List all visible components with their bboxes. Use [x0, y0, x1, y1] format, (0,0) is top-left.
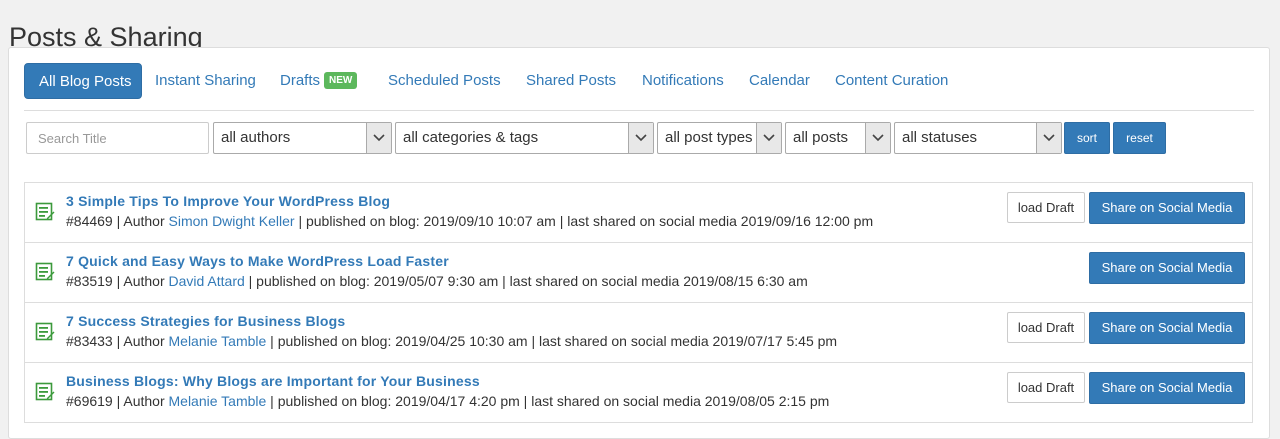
load-draft-button[interactable]: load Draft: [1007, 372, 1085, 403]
post-title-link[interactable]: 3 Simple Tips To Improve Your WordPress …: [66, 193, 390, 209]
post-id: #69619: [66, 393, 113, 409]
posts-select-value: all posts: [793, 129, 849, 146]
post-id: #83519: [66, 273, 113, 289]
share-social-button[interactable]: Share on Social Media: [1089, 312, 1245, 344]
post-details: | published on blog: 2019/04/17 4:20 pm …: [266, 393, 830, 409]
post-edit-icon: [35, 202, 55, 222]
sort-button[interactable]: sort: [1064, 122, 1110, 154]
post-types-select[interactable]: all post types: [657, 122, 782, 154]
posts-select[interactable]: all posts: [785, 122, 891, 154]
author-link[interactable]: Melanie Tamble: [169, 393, 267, 409]
post-details: | published on blog: 2019/04/25 10:30 am…: [266, 333, 838, 349]
tabs-divider: [24, 110, 1254, 111]
post-meta: #84469 | Author Simon Dwight Keller | pu…: [66, 213, 873, 229]
post-edit-icon: [35, 262, 55, 282]
author-prefix: | Author: [112, 393, 169, 409]
tab-scheduled-posts[interactable]: Scheduled Posts: [388, 63, 501, 99]
tab-notifications[interactable]: Notifications: [642, 63, 724, 99]
new-badge: NEW: [324, 72, 358, 89]
authors-select[interactable]: all authors: [213, 122, 392, 154]
post-title-link[interactable]: Business Blogs: Why Blogs are Important …: [66, 373, 480, 389]
post-edit-icon: [35, 322, 55, 342]
post-title-link[interactable]: 7 Quick and Easy Ways to Make WordPress …: [66, 253, 449, 269]
chevron-down-icon: [366, 123, 391, 153]
post-meta: #83519 | Author David Attard | published…: [66, 273, 808, 289]
statuses-select[interactable]: all statuses: [894, 122, 1062, 154]
tab-shared-posts[interactable]: Shared Posts: [526, 63, 616, 99]
tab-drafts[interactable]: Drafts NEW: [280, 63, 358, 99]
categories-select-value: all categories & tags: [403, 129, 539, 146]
list-item: Business Blogs: Why Blogs are Important …: [24, 362, 1253, 423]
post-id: #83433: [66, 333, 113, 349]
search-title-input[interactable]: [26, 122, 209, 154]
post-meta: #83433 | Author Melanie Tamble | publish…: [66, 333, 837, 349]
author-link[interactable]: David Attard: [169, 273, 245, 289]
post-details: | published on blog: 2019/05/07 9:30 am …: [244, 273, 808, 289]
tab-content-curation[interactable]: Content Curation: [835, 63, 948, 99]
chevron-down-icon: [756, 123, 781, 153]
load-draft-button[interactable]: load Draft: [1007, 312, 1085, 343]
tab-all-blog-posts[interactable]: All Blog Posts: [24, 63, 142, 99]
statuses-select-value: all statuses: [902, 129, 978, 146]
post-title-link[interactable]: 7 Success Strategies for Business Blogs: [66, 313, 345, 329]
share-social-button[interactable]: Share on Social Media: [1089, 192, 1245, 224]
list-item: 7 Success Strategies for Business Blogs …: [24, 302, 1253, 362]
author-prefix: | Author: [112, 333, 169, 349]
author-link[interactable]: Melanie Tamble: [169, 333, 267, 349]
author-prefix: | Author: [112, 213, 169, 229]
tab-instant-sharing[interactable]: Instant Sharing: [155, 63, 256, 99]
author-prefix: | Author: [112, 273, 169, 289]
chevron-down-icon: [865, 123, 890, 153]
post-list: 3 Simple Tips To Improve Your WordPress …: [24, 182, 1253, 423]
load-draft-button[interactable]: load Draft: [1007, 192, 1085, 223]
filter-bar: all authors all categories & tags all po…: [26, 122, 1259, 154]
chevron-down-icon: [628, 123, 653, 153]
share-social-button[interactable]: Share on Social Media: [1089, 252, 1245, 284]
authors-select-value: all authors: [221, 129, 291, 146]
tab-bar: All Blog Posts Instant Sharing Drafts NEW…: [24, 63, 1254, 99]
post-types-select-value: all post types: [665, 129, 753, 146]
post-id: #84469: [66, 213, 113, 229]
tab-calendar[interactable]: Calendar: [749, 63, 810, 99]
categories-tags-select[interactable]: all categories & tags: [395, 122, 654, 154]
list-item: 3 Simple Tips To Improve Your WordPress …: [24, 182, 1253, 242]
tab-drafts-label: Drafts: [280, 72, 321, 89]
reset-button[interactable]: reset: [1113, 122, 1166, 154]
post-edit-icon: [35, 382, 55, 402]
posts-panel: All Blog Posts Instant Sharing Drafts NEW…: [8, 47, 1270, 439]
list-item: 7 Quick and Easy Ways to Make WordPress …: [24, 242, 1253, 302]
share-social-button[interactable]: Share on Social Media: [1089, 372, 1245, 404]
author-link[interactable]: Simon Dwight Keller: [169, 213, 295, 229]
post-meta: #69619 | Author Melanie Tamble | publish…: [66, 393, 829, 409]
chevron-down-icon: [1036, 123, 1061, 153]
post-details: | published on blog: 2019/09/10 10:07 am…: [294, 213, 874, 229]
